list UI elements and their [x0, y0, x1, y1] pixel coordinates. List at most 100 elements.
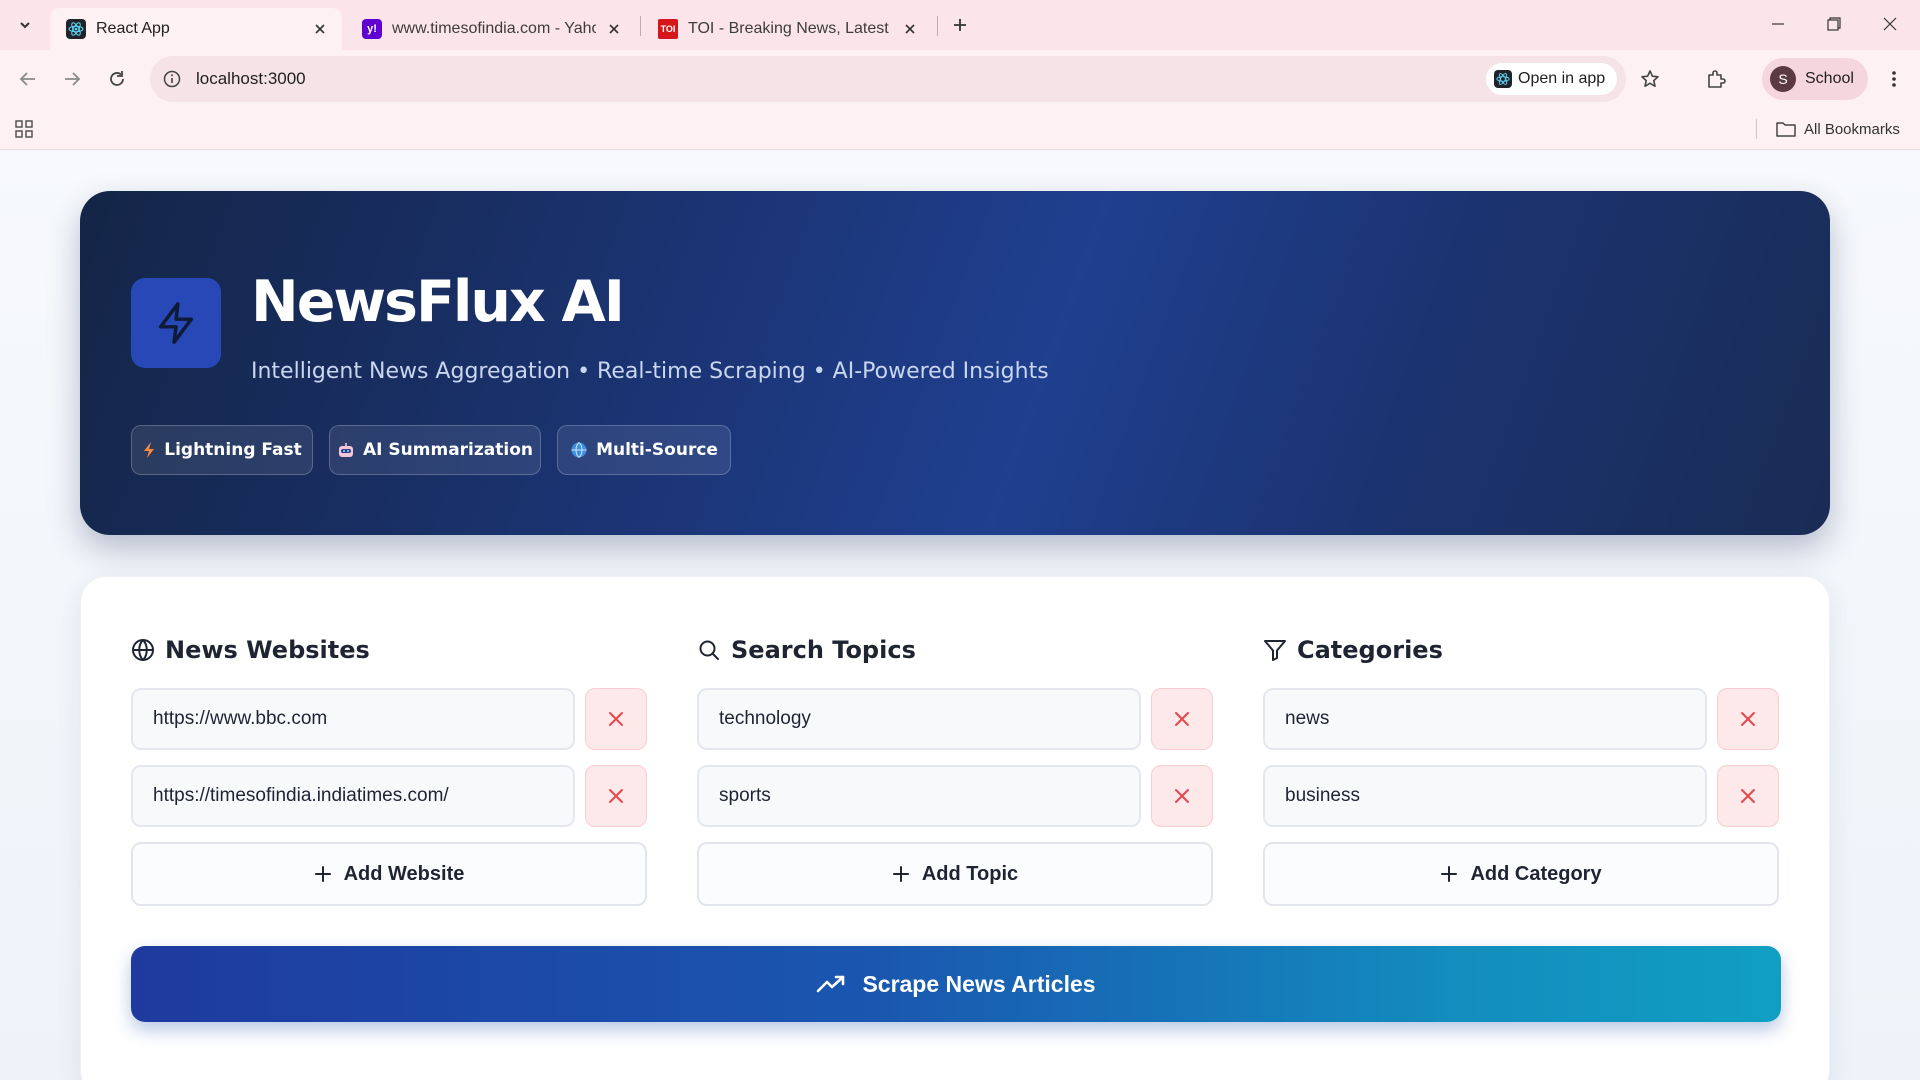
page-subtitle: Intelligent News Aggregation • Real-time…	[251, 359, 1049, 384]
url-text[interactable]: localhost:3000	[196, 69, 306, 89]
more-menu-icon[interactable]	[1878, 63, 1910, 95]
badge-label: Multi-Source	[596, 440, 718, 460]
profile-button[interactable]: S School	[1762, 58, 1868, 100]
add-website-button[interactable]: Add Website	[131, 842, 647, 906]
remove-topic-button[interactable]	[1151, 688, 1213, 750]
websites-column: News Websites https://www.bbc.com https:…	[131, 632, 647, 906]
topics-column: Search Topics technology sports Add Topi…	[697, 632, 1213, 906]
react-icon	[66, 19, 86, 39]
add-topic-label: Add Topic	[921, 862, 1019, 885]
category-input[interactable]	[1263, 765, 1707, 827]
topic-input[interactable]	[697, 765, 1141, 827]
remove-category-button[interactable]	[1717, 688, 1779, 750]
bookmarks-bar: All Bookmarks	[0, 108, 1920, 150]
categories-heading-label: Categories	[1297, 636, 1443, 664]
categories-heading: Categories	[1263, 632, 1779, 668]
topic-row	[697, 688, 1213, 750]
close-icon	[1173, 787, 1191, 805]
hero-banner: NewsFlux AI Intelligent News Aggregation…	[80, 191, 1830, 535]
plus-icon	[1440, 865, 1458, 883]
tab-separator	[640, 16, 641, 36]
react-icon	[1494, 70, 1512, 88]
reload-icon[interactable]	[101, 63, 133, 95]
remove-website-button[interactable]	[585, 688, 647, 750]
lightning-icon	[142, 441, 156, 459]
restore-icon[interactable]	[1806, 0, 1862, 48]
back-arrow-icon[interactable]	[12, 63, 44, 95]
topics-heading-label: Search Topics	[731, 636, 916, 664]
tab-title: www.timesofindia.com - Yahoo	[392, 20, 596, 37]
close-icon	[1739, 787, 1757, 805]
remove-category-button[interactable]	[1717, 765, 1779, 827]
yahoo-icon: y!	[362, 19, 382, 39]
remove-website-button[interactable]	[585, 765, 647, 827]
scrape-news-button[interactable]: Scrape News Articles	[131, 946, 1781, 1022]
minimize-icon[interactable]	[1750, 0, 1806, 48]
category-row	[1263, 688, 1779, 750]
badge-label: AI Summarization	[363, 440, 533, 460]
plus-icon	[314, 865, 332, 883]
categories-column: Categories news business Add Category	[1263, 632, 1779, 906]
tab-react-app[interactable]: React App	[50, 8, 342, 50]
badge-ai-summarization: AI Summarization	[329, 425, 541, 475]
add-topic-button[interactable]: Add Topic	[697, 842, 1213, 906]
browser-tab-bar: React App y! www.timesofindia.com - Yaho…	[0, 0, 1920, 50]
trending-up-icon	[816, 974, 846, 994]
topic-input[interactable]	[697, 688, 1141, 750]
scrape-config-card: News Websites https://www.bbc.com https:…	[80, 576, 1830, 1080]
plus-icon	[892, 865, 910, 883]
add-website-label: Add Website	[343, 862, 465, 885]
tab-toi[interactable]: TOI TOI - Breaking News, Latest Ne	[642, 8, 932, 50]
close-tab-icon[interactable]	[900, 19, 920, 39]
page-title: NewsFlux AI	[251, 269, 625, 335]
forward-arrow-icon[interactable]	[56, 63, 88, 95]
remove-topic-button[interactable]	[1151, 765, 1213, 827]
badge-lightning-fast: Lightning Fast	[131, 425, 313, 475]
open-in-app-label: Open in app	[1518, 70, 1606, 87]
search-icon	[697, 638, 721, 662]
avatar: S	[1770, 66, 1796, 92]
website-input[interactable]	[131, 765, 575, 827]
badge-multi-source: Multi-Source	[557, 425, 731, 475]
close-icon	[1173, 710, 1191, 728]
robot-icon	[337, 441, 355, 459]
close-icon	[607, 710, 625, 728]
websites-heading-label: News Websites	[165, 636, 370, 664]
website-row	[131, 688, 647, 750]
close-tab-icon[interactable]	[310, 19, 330, 39]
close-window-icon[interactable]	[1862, 0, 1918, 48]
scrape-button-label: Scrape News Articles	[862, 970, 1096, 997]
add-category-button[interactable]: Add Category	[1263, 842, 1779, 906]
apps-grid-icon[interactable]	[12, 117, 36, 141]
profile-name: School	[1805, 70, 1854, 87]
new-tab-plus-icon[interactable]	[946, 11, 974, 39]
filter-icon	[1263, 638, 1287, 662]
website-row	[131, 765, 647, 827]
website-input[interactable]	[131, 688, 575, 750]
site-info-icon[interactable]	[162, 69, 182, 89]
close-tab-icon[interactable]	[604, 19, 624, 39]
app-logo	[131, 278, 221, 368]
all-bookmarks-button[interactable]: All Bookmarks	[1776, 116, 1900, 142]
bookmark-star-icon[interactable]	[1634, 63, 1666, 95]
badge-label: Lightning Fast	[164, 440, 302, 460]
bookmarks-separator	[1756, 119, 1757, 139]
tab-yahoo[interactable]: y! www.timesofindia.com - Yahoo	[346, 8, 636, 50]
tab-search-chevron-icon[interactable]	[11, 11, 39, 39]
lightning-logo-icon	[153, 300, 199, 346]
category-input[interactable]	[1263, 688, 1707, 750]
open-in-app-button[interactable]: Open in app	[1486, 63, 1618, 95]
websites-heading: News Websites	[131, 632, 647, 668]
browser-toolbar: localhost:3000 Open in app S School	[0, 50, 1920, 108]
topics-heading: Search Topics	[697, 632, 1213, 668]
add-category-label: Add Category	[1470, 862, 1602, 885]
toi-icon: TOI	[658, 19, 678, 39]
tab-title: React App	[96, 20, 170, 37]
extensions-puzzle-icon[interactable]	[1700, 63, 1732, 95]
address-bar[interactable]: localhost:3000 Open in app	[150, 56, 1626, 102]
globe-icon	[570, 441, 588, 459]
all-bookmarks-label: All Bookmarks	[1804, 120, 1900, 138]
close-icon	[607, 787, 625, 805]
app-page: NewsFlux AI Intelligent News Aggregation…	[0, 151, 1920, 1080]
topic-row	[697, 765, 1213, 827]
